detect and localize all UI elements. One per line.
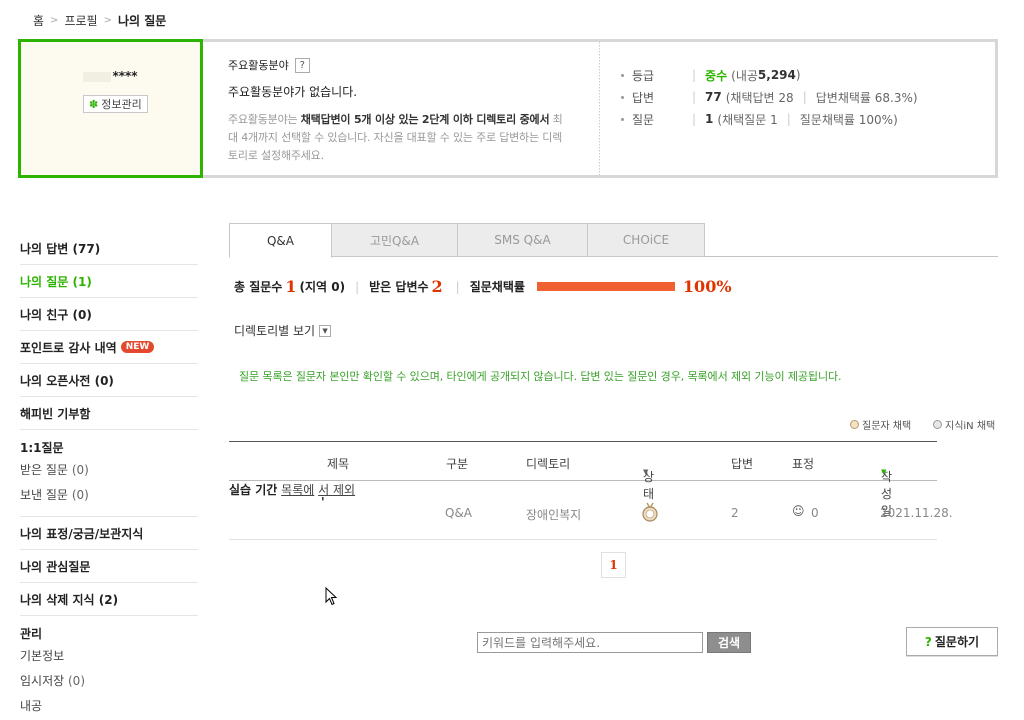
- nickname-masked: [83, 71, 112, 82]
- sidebar-item-temp-save[interactable]: 임시저장 (0): [20, 669, 198, 694]
- chevron-down-icon: ▼: [319, 324, 332, 337]
- table-header: 제목 구분 디렉토리 상태 ▼ 답변 표정 작성일 ▼: [229, 441, 937, 518]
- grade-value[interactable]: 중수: [705, 67, 727, 84]
- breadcrumb-current: 나의 질문: [117, 14, 167, 28]
- main-activity-area: 주요활동분야 ? 주요활동분야가 없습니다. 주요활동분야는 채택답변이 5개 …: [228, 57, 568, 165]
- sidebar-group-title: 1:1질문: [20, 441, 64, 455]
- profile-stats: 등급 | 중수 (내공 5,294) 답변 | 77 (채택답변 28 | 답변…: [621, 64, 918, 130]
- sidebar-item-my-answers[interactable]: 나의 답변 (77): [20, 232, 198, 265]
- col-title: 제목: [327, 457, 350, 471]
- caret-down-icon: ▼: [881, 468, 887, 476]
- sidebar-group-title: 관리: [20, 627, 43, 641]
- question-mark-icon: ?: [924, 634, 932, 649]
- cell-emotion-count: 0: [811, 506, 819, 520]
- search-button[interactable]: 검색: [707, 632, 751, 653]
- cell-date: 2021.11.28.: [880, 506, 953, 520]
- medal-icon: [933, 420, 942, 429]
- profile-card: **** ✽ 정보관리: [18, 39, 203, 178]
- sidebar-menu: 나의 답변 (77) 나의 질문 (1) 나의 친구 (0) 포인트로 감사 내…: [20, 232, 198, 720]
- mouse-cursor-icon: [325, 586, 338, 609]
- sidebar-item-happybean[interactable]: 해피빈 기부함: [20, 397, 198, 430]
- sidebar-item-interests[interactable]: 나의 관심질문: [20, 550, 198, 583]
- sidebar-item-my-questions[interactable]: 나의 질문 (1): [20, 265, 198, 298]
- adoption-rate-bar: [536, 282, 675, 291]
- question-title-tick: ': [321, 495, 325, 509]
- nickname: ****: [21, 69, 200, 83]
- caret-down-icon: ▼: [643, 468, 649, 476]
- adoption-rate-value: 100%: [682, 277, 732, 296]
- tab-bar: Q&A 고민Q&A SMS Q&A CHOiCE: [229, 223, 998, 258]
- cell-answers: 2: [731, 506, 739, 520]
- chevron-right-icon: >: [50, 15, 59, 26]
- sidebar-item-naegong[interactable]: 내공: [20, 694, 198, 719]
- received-answers-value: 2: [431, 277, 443, 296]
- sidebar-item-basic-info[interactable]: 기본정보: [20, 644, 198, 669]
- stat-questions: 질문 | 1 (채택질문 1 | 질문채택률 100%): [621, 108, 918, 130]
- medal-icon: [850, 420, 859, 429]
- profile-edit-button[interactable]: ✽ 정보관리: [83, 95, 148, 113]
- sidebar-group-manage: 관리 기본정보 임시저장 (0) 내공: [20, 616, 198, 720]
- privacy-notice: 질문 목록은 질문자 본인만 확인할 수 있으며, 타인에게 공개되지 않습니다…: [239, 370, 842, 383]
- tab-worry-qna[interactable]: 고민Q&A: [331, 223, 458, 257]
- tab-sms-qna[interactable]: SMS Q&A: [457, 223, 588, 257]
- stat-answers: 답변 | 77 (채택답변 28 | 답변채택률 68.3%): [621, 86, 918, 108]
- profile-edit-label: 정보관리: [101, 98, 142, 111]
- total-questions-value: 1: [285, 277, 297, 296]
- sidebar-item-sent-questions[interactable]: 보낸 질문 (0): [20, 483, 198, 508]
- sidebar-item-my-friends[interactable]: 나의 친구 (0): [20, 298, 198, 331]
- stat-grade: 등급 | 중수 (내공 5,294): [621, 64, 918, 86]
- col-type: 구분: [446, 457, 469, 471]
- profile-summary-box: **** ✽ 정보관리 주요활동분야 ? 주요활동분야가 없습니다. 주요활동분…: [18, 39, 998, 178]
- sidebar-item-point-thanks[interactable]: 포인트로 감사 내역 NEW: [20, 331, 198, 364]
- sidebar-group-one-on-one: 1:1질문 받은 질문 (0) 보낸 질문 (0): [20, 430, 198, 517]
- breadcrumb: 홈 > 프로필 > 나의 질문: [33, 12, 166, 29]
- col-directory: 디렉토리: [526, 457, 571, 471]
- tab-choice[interactable]: CHOiCE: [587, 223, 705, 257]
- chevron-right-icon: >: [103, 15, 112, 26]
- cell-type: Q&A: [445, 506, 473, 520]
- legend-kin-adopted: 지식iN 채택: [933, 417, 995, 432]
- search-input[interactable]: [477, 632, 703, 653]
- col-answers: 답변: [731, 457, 754, 471]
- emotion-smile-icon: ☺: [792, 504, 805, 518]
- breadcrumb-profile[interactable]: 프로필: [64, 12, 97, 29]
- legend-asker-adopted: 질문자 채택: [850, 417, 911, 432]
- col-emotion: 표정: [792, 457, 815, 471]
- pagination-page-1[interactable]: 1: [601, 552, 626, 578]
- gear-icon: ✽: [89, 97, 99, 111]
- question-summary: 총 질문수 1 (지역 0) | 받은 답변수 2 | 질문채택률 100%: [234, 277, 732, 296]
- help-icon[interactable]: ?: [294, 57, 310, 73]
- ask-question-button[interactable]: ? 질문하기: [906, 627, 998, 656]
- area-heading: 주요활동분야: [228, 59, 289, 72]
- cell-directory: 장애인복지: [526, 508, 582, 522]
- area-description: 주요활동분야는 채택답변이 5개 이상 있는 2단계 이하 디렉토리 중에서 최…: [228, 113, 563, 162]
- directory-filter-select[interactable]: 디렉토리별 보기 ▼: [234, 322, 332, 339]
- tab-qna[interactable]: Q&A: [229, 223, 332, 258]
- questions-table: 제목 구분 디렉토리 상태 ▼ 답변 표정 작성일 ▼ ' 실습 기간 목록에 …: [229, 441, 953, 540]
- new-badge: NEW: [120, 341, 155, 353]
- sidebar-item-deleted[interactable]: 나의 삭제 지식 (2): [20, 583, 198, 616]
- table-row: ' 실습 기간 목록에 서 제외 Q&A 장애인복지 2 ☺ 0 2021.11…: [229, 481, 953, 540]
- exclude-from-list-link[interactable]: 목록에: [281, 483, 314, 497]
- divider: [599, 42, 600, 175]
- sidebar-item-open-dict[interactable]: 나의 오픈사전 (0): [20, 364, 198, 397]
- medal-icon: [641, 502, 659, 525]
- breadcrumb-home[interactable]: 홈: [33, 12, 44, 29]
- area-main-text: 주요활동분야가 없습니다.: [228, 85, 358, 99]
- sidebar-item-received-questions[interactable]: 받은 질문 (0): [20, 458, 198, 483]
- question-title-link[interactable]: 실습 기간: [229, 483, 277, 497]
- sidebar-item-emotions[interactable]: 나의 표정/궁금/보관지식: [20, 517, 198, 550]
